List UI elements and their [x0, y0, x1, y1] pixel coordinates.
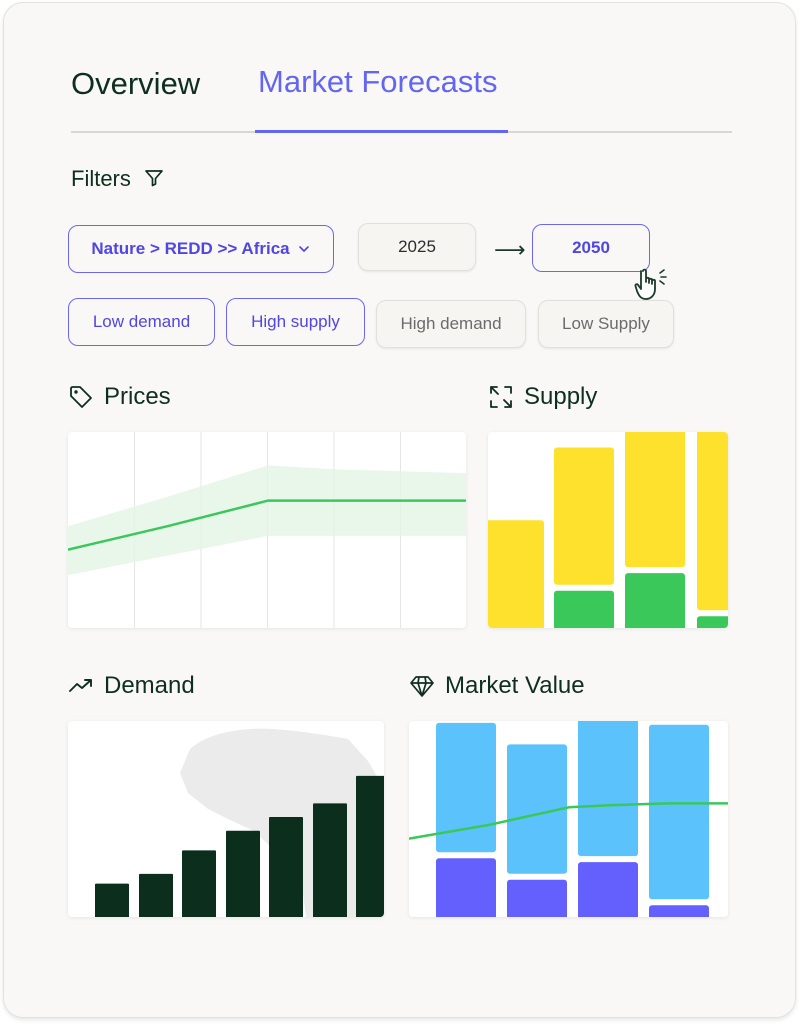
supply-bar-yellow	[625, 432, 685, 568]
supply-title: Supply	[524, 383, 598, 410]
year-from-value: 2025	[398, 237, 436, 256]
chip-high-supply-label: High supply	[251, 312, 340, 331]
market-value-bar-purple	[436, 858, 496, 917]
chip-low-supply-label: Low Supply	[562, 314, 650, 333]
tab-overview[interactable]: Overview	[71, 61, 200, 107]
demand-bar	[226, 830, 260, 917]
market-value-bar-purple	[649, 905, 709, 917]
demand-bar	[356, 775, 384, 917]
market-value-bar-blue	[578, 721, 638, 857]
chip-high-demand-label: High demand	[400, 314, 502, 333]
category-dropdown-value: Nature > REDD >> Africa	[91, 239, 290, 258]
chip-high-demand[interactable]: High demand	[376, 300, 526, 348]
prices-heading: Prices	[68, 382, 171, 412]
demand-bar	[139, 873, 173, 917]
demand-chart-svg	[95, 728, 384, 917]
prices-chart-svg	[68, 432, 466, 628]
chevron-down-icon	[298, 246, 309, 252]
market-value-chart	[409, 721, 728, 917]
demand-bar	[182, 850, 216, 917]
supply-bar-yellow	[554, 447, 614, 585]
arrow-right-icon: ⟶	[494, 237, 526, 262]
year-to-input[interactable]: 2050	[532, 224, 650, 272]
demand-title: Demand	[104, 672, 195, 699]
chip-low-supply[interactable]: Low Supply	[538, 300, 674, 348]
filter-icon[interactable]	[144, 168, 164, 188]
market-value-heading: Market Value	[409, 671, 585, 701]
filters-label: Filters	[71, 166, 131, 191]
tag-icon	[70, 386, 92, 408]
supply-bar-green	[697, 616, 728, 628]
market-value-title: Market Value	[445, 672, 585, 699]
market-value-bar-purple	[578, 862, 638, 917]
trending-up-icon	[69, 679, 92, 692]
supply-chart	[488, 432, 728, 628]
supply-bar-green	[554, 590, 614, 628]
supply-bar-yellow	[488, 520, 544, 628]
demand-bar	[269, 817, 303, 917]
supply-bar-green	[625, 573, 685, 628]
chip-low-demand-label: Low demand	[92, 312, 191, 331]
demand-bar	[95, 883, 129, 917]
chip-low-demand[interactable]: Low demand	[68, 298, 215, 346]
supply-heading: Supply	[488, 382, 597, 412]
forecast-card: Overview Market Forecasts Filters Nature…	[3, 2, 796, 1018]
diamond-icon	[410, 676, 434, 697]
hand-pointer-icon	[634, 268, 667, 300]
prices-title: Prices	[104, 383, 171, 410]
supply-bar-yellow	[697, 432, 728, 611]
tab-market-forecasts[interactable]: Market Forecasts	[258, 59, 497, 105]
year-to-value: 2050	[572, 238, 610, 257]
demand-bar	[313, 803, 347, 917]
year-from-input[interactable]: 2025	[358, 223, 476, 271]
demand-chart	[68, 721, 384, 917]
tab-active-indicator	[255, 130, 508, 133]
demand-heading: Demand	[68, 671, 195, 701]
market-value-chart-svg	[409, 721, 728, 917]
supply-chart-svg	[488, 432, 728, 628]
expand-arrows-icon	[490, 386, 512, 408]
category-dropdown[interactable]: Nature > REDD >> Africa	[68, 225, 334, 273]
chip-high-supply[interactable]: High supply	[226, 298, 365, 346]
market-value-bar-purple	[507, 879, 567, 917]
prices-chart	[68, 432, 466, 628]
market-value-bar-blue	[649, 724, 709, 900]
